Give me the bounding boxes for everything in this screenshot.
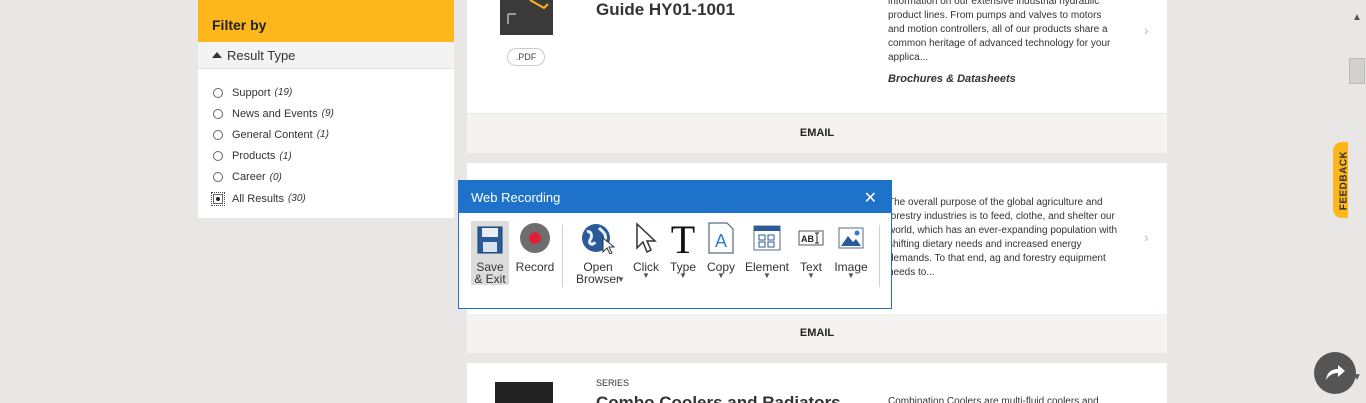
click-button[interactable]: Click ▼ [630,221,662,280]
filter-option-news[interactable]: News and Events (9) [198,103,454,124]
option-label: News and Events [232,107,318,120]
radio-button[interactable] [213,108,223,119]
option-label: Products [232,150,276,163]
filter-option-general[interactable]: General Content (1) [198,124,454,145]
option-label: General Content [232,128,313,141]
share-button[interactable] [1314,352,1356,394]
chevron-right-icon[interactable]: › [1144,229,1149,245]
filter-option-support[interactable]: Support (19) [198,82,454,103]
open-browser-button[interactable]: Open Browser ▼ [571,221,625,285]
recording-toolbar: Save & Exit Record Open Browser ▼ Click … [459,213,891,309]
option-count: (1) [316,129,329,141]
text-button[interactable]: AB Text ▼ [795,221,827,280]
result-card[interactable]: SERIES Combo Coolers and Radiators Combi… [467,363,1167,403]
radio-button-selected[interactable] [211,191,225,206]
record-icon [515,221,555,255]
radio-button[interactable] [213,87,223,98]
dropdown-caret-icon[interactable]: ▼ [617,276,625,284]
result-type-toggle[interactable]: Result Type [198,42,454,69]
result-title[interactable]: Guide HY01-1001 [596,0,735,20]
cooler-thumbnail-icon [495,382,553,403]
toolbar-divider [879,225,880,287]
result-description: information on our extensive industrial … [888,0,1111,63]
result-type-options: Support (19) News and Events (9) General… [198,69,454,209]
email-button[interactable]: EMAIL [467,314,1167,353]
result-type-label: Result Type [227,47,296,63]
element-button[interactable]: Element ▼ [743,221,791,280]
result-category: Brochures & Datasheets [888,73,1016,85]
web-recording-dialog: Web Recording ✕ Save & Exit Record Open … [458,180,892,309]
option-count: (0) [269,171,282,183]
save-exit-button[interactable]: Save & Exit [471,221,509,285]
filter-panel: Filter by Result Type Support (19) News … [198,0,454,218]
save-disk-icon [471,223,509,257]
result-description: The overall purpose of the global agricu… [888,197,1118,278]
option-label: Career [232,171,266,184]
type-button[interactable]: T Type ▼ [667,221,699,280]
option-count: (1) [279,150,292,162]
record-button[interactable]: Record [515,221,555,273]
svg-text:A: A [715,231,727,251]
scroll-up-arrow-icon[interactable]: ▲ [1352,12,1362,23]
image-picture-icon [831,221,871,255]
email-button[interactable]: EMAIL [467,114,1167,153]
save-exit-label: Save & Exit [474,260,506,286]
copy-button[interactable]: A Copy ▼ [704,221,738,280]
filter-option-career[interactable]: Career (0) [198,167,454,188]
dialog-titlebar[interactable]: Web Recording ✕ [459,181,891,213]
option-label: Support [232,86,271,99]
type-t-icon: T [667,221,699,255]
mouse-pointer-icon [630,221,662,255]
result-description: Combination Coolers are multi-fluid cool… [888,396,1099,403]
radio-button[interactable] [213,172,223,183]
text-box-icon: AB [795,221,827,255]
share-arrow-icon [1326,365,1345,380]
close-icon[interactable]: ✕ [864,188,877,208]
element-grid-icon [743,221,791,255]
image-button[interactable]: Image ▼ [831,221,871,280]
option-count: (9) [321,108,334,120]
dialog-title: Web Recording [471,190,561,205]
radio-button[interactable] [213,151,223,162]
record-label: Record [515,260,555,274]
chevron-right-icon[interactable]: › [1144,22,1149,38]
filter-header: Filter by [198,0,454,42]
option-count: (30) [287,193,306,205]
svg-text:AB: AB [801,234,814,244]
series-label: SERIES [596,378,630,388]
radio-button[interactable] [213,129,223,140]
option-count: (19) [274,87,293,99]
filter-option-products[interactable]: Products (1) [198,146,454,167]
svg-text:T: T [671,221,695,255]
toolbar-divider [562,225,563,287]
copy-document-icon: A [704,221,738,255]
scroll-thumb[interactable] [1349,58,1365,84]
option-label: All Results [232,192,284,205]
result-title[interactable]: Combo Coolers and Radiators [596,393,841,403]
globe-cursor-icon [571,221,625,255]
result-card[interactable]: .PDF Guide HY01-1001 information on our … [467,0,1167,113]
filter-option-all[interactable]: All Results (30) [198,188,454,209]
pdf-badge: .PDF [507,48,545,66]
collapse-triangle-icon [212,52,222,58]
folder-thumbnail-icon [500,0,553,35]
